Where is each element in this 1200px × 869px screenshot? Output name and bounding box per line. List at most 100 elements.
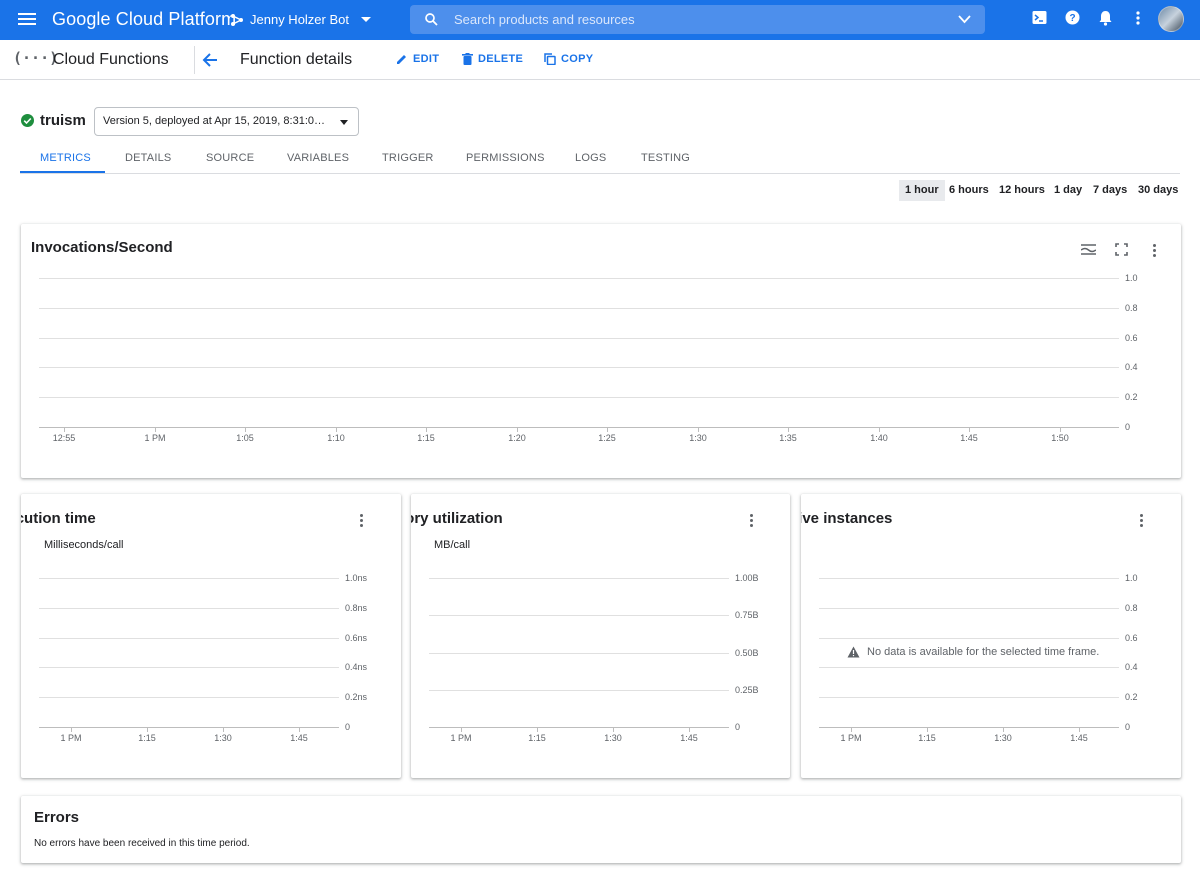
x-axis-tick xyxy=(788,428,789,432)
range-6-hours[interactable]: 6 hours xyxy=(943,180,995,201)
tab-bar: METRICS DETAILS SOURCE VARIABLES TRIGGER… xyxy=(20,147,1180,174)
x-axis-tick-label: 1:30 xyxy=(604,733,622,743)
y-axis-tick-label: 1.0 xyxy=(1125,273,1138,283)
search-input[interactable] xyxy=(454,5,934,34)
avatar[interactable] xyxy=(1158,6,1184,32)
x-axis-tick-label: 12:55 xyxy=(52,433,76,443)
x-axis-tick-label: 1:15 xyxy=(138,733,156,743)
chart-gridline xyxy=(39,278,1119,279)
more-vert-icon[interactable] xyxy=(355,513,367,529)
x-axis-tick xyxy=(927,728,928,732)
range-30-days[interactable]: 30 days xyxy=(1132,180,1184,201)
function-name-label: truism xyxy=(40,112,86,129)
chart-title: Active instances xyxy=(801,510,893,527)
chart-gridline xyxy=(39,697,339,698)
x-axis-tick xyxy=(336,428,337,432)
chart-gridline xyxy=(39,427,1119,428)
x-axis-tick-label: 1:45 xyxy=(680,733,698,743)
chart-gridline xyxy=(819,578,1119,579)
x-axis-tick xyxy=(698,428,699,432)
back-arrow-icon[interactable] xyxy=(202,52,218,68)
x-axis-tick xyxy=(71,728,72,732)
fullscreen-icon[interactable] xyxy=(1115,243,1128,256)
project-selector[interactable]: Jenny Holzer Bot xyxy=(230,12,371,27)
app-title[interactable]: Google Cloud Platform xyxy=(52,9,236,30)
x-axis-tick xyxy=(223,728,224,732)
errors-card: Errors No errors have been received in t… xyxy=(21,796,1181,863)
chart-gridline xyxy=(819,667,1119,668)
y-axis-tick-label: 1.0 xyxy=(1125,573,1138,583)
chart-gridline xyxy=(39,308,1119,309)
chart-gridline xyxy=(819,638,1119,639)
range-1-hour[interactable]: 1 hour xyxy=(899,180,945,201)
x-axis-tick-label: 1:15 xyxy=(417,433,435,443)
chart-subtitle: MB/call xyxy=(434,539,471,551)
x-axis-tick-label: 1:10 xyxy=(327,433,345,443)
more-vert-icon[interactable] xyxy=(1135,513,1147,529)
y-axis-tick-label: 0 xyxy=(1125,722,1131,732)
tab-variables[interactable]: VARIABLES xyxy=(287,152,349,164)
warning-icon xyxy=(847,646,860,658)
y-axis-tick-label: 0.8ns xyxy=(345,603,368,613)
x-axis-tick xyxy=(147,728,148,732)
tab-permissions[interactable]: PERMISSIONS xyxy=(466,152,545,164)
tab-testing[interactable]: TESTING xyxy=(641,152,690,164)
cloud-functions-icon: (···) xyxy=(13,49,59,67)
y-axis-tick-label: 1.00B xyxy=(735,573,759,583)
divider xyxy=(194,46,195,74)
chart-title: Invocations/Second xyxy=(31,239,173,256)
chart-gridline xyxy=(429,727,729,728)
y-axis-tick-label: 0.2 xyxy=(1125,692,1138,702)
range-7-days[interactable]: 7 days xyxy=(1087,180,1133,201)
function-name: truism xyxy=(21,112,86,129)
x-axis-tick xyxy=(1060,428,1061,432)
tab-source[interactable]: SOURCE xyxy=(206,152,254,164)
y-axis-tick-label: 0.8 xyxy=(1125,603,1138,613)
legend-toggle-icon[interactable] xyxy=(1081,243,1096,256)
edit-button[interactable]: EDIT xyxy=(396,53,439,65)
chart-gridline xyxy=(39,578,339,579)
y-axis-tick-label: 0.6 xyxy=(1125,333,1138,343)
range-1-day[interactable]: 1 day xyxy=(1048,180,1088,201)
more-vert-icon[interactable] xyxy=(1148,243,1160,259)
range-12-hours[interactable]: 12 hours xyxy=(993,180,1051,201)
chart-subtitle: Milliseconds/call xyxy=(44,539,124,551)
x-axis-tick xyxy=(607,428,608,432)
chart-gridline xyxy=(39,608,339,609)
tab-logs[interactable]: LOGS xyxy=(575,152,606,164)
tab-trigger[interactable]: TRIGGER xyxy=(382,152,434,164)
more-vert-icon[interactable] xyxy=(745,513,757,529)
menu-icon[interactable] xyxy=(16,10,38,30)
version-select[interactable]: Version 5, deployed at Apr 15, 2019, 8:3… xyxy=(94,107,359,136)
tab-details[interactable]: DETAILS xyxy=(125,152,171,164)
top-app-bar: Google Cloud Platform Jenny Holzer Bot ? xyxy=(0,0,1200,40)
check-circle-icon xyxy=(21,114,34,127)
project-icon xyxy=(231,13,243,26)
x-axis-tick xyxy=(1003,728,1004,732)
x-axis-tick xyxy=(613,728,614,732)
chart-gridline xyxy=(39,667,339,668)
x-axis-tick xyxy=(155,428,156,432)
chevron-down-icon xyxy=(340,120,348,125)
delete-button[interactable]: DELETE xyxy=(462,53,523,65)
product-title: Cloud Functions xyxy=(53,51,169,68)
x-axis-tick xyxy=(969,428,970,432)
y-axis-tick-label: 0.25B xyxy=(735,685,759,695)
page-title: Function details xyxy=(240,51,353,68)
x-axis-tick-label: 1:05 xyxy=(236,433,254,443)
errors-title: Errors xyxy=(34,809,80,826)
x-axis-tick-label: 1:35 xyxy=(779,433,797,443)
x-axis-tick-label: 1:15 xyxy=(528,733,546,743)
chevron-down-icon[interactable] xyxy=(958,15,971,24)
more-vert-icon[interactable] xyxy=(1134,10,1142,26)
cloud-shell-icon[interactable] xyxy=(1032,10,1047,25)
copy-label: COPY xyxy=(561,53,594,65)
x-axis-tick xyxy=(517,428,518,432)
tab-metrics[interactable]: METRICS xyxy=(40,152,91,164)
help-icon[interactable]: ? xyxy=(1065,10,1080,25)
delete-label: DELETE xyxy=(478,53,524,65)
x-axis-tick xyxy=(1079,728,1080,732)
copy-button[interactable]: COPY xyxy=(544,53,593,65)
notifications-icon[interactable] xyxy=(1098,10,1113,26)
chart-gridline xyxy=(39,638,339,639)
